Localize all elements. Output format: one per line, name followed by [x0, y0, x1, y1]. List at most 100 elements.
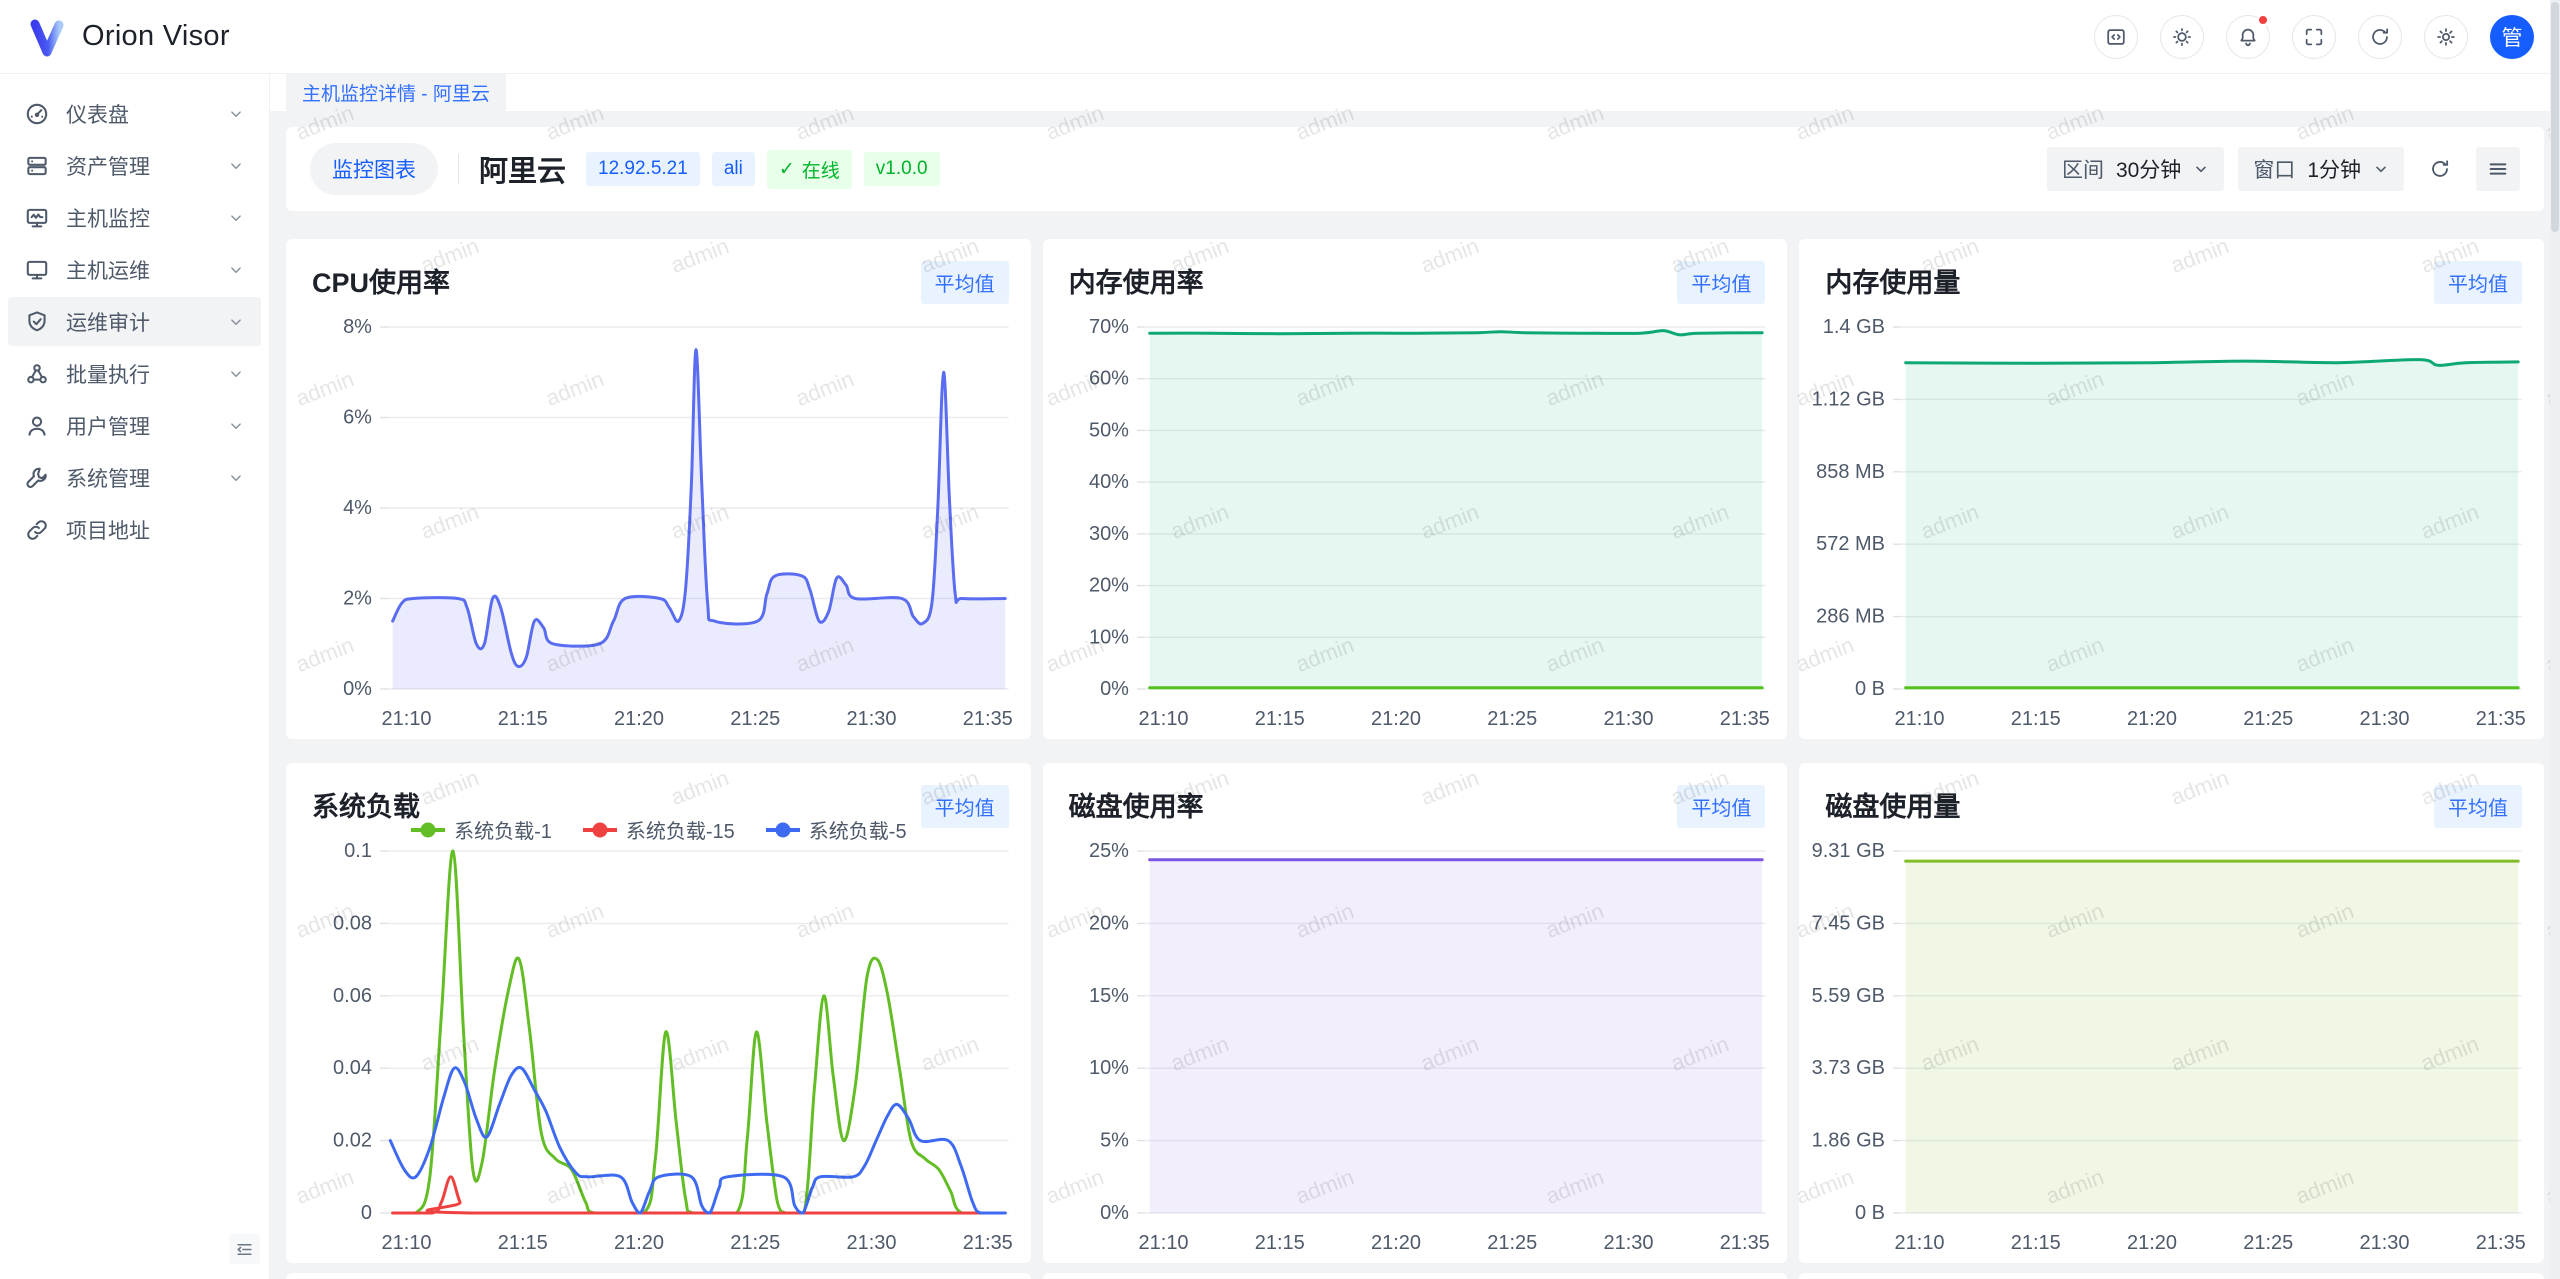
interval-select[interactable]: 区间 30分钟 — [2047, 147, 2224, 191]
svg-text:21:10: 21:10 — [382, 1232, 432, 1254]
svg-text:21:20: 21:20 — [1371, 708, 1421, 730]
svg-text:21:35: 21:35 — [2476, 708, 2526, 730]
sidebar-item-host-monitor[interactable]: 主机监控 — [8, 193, 261, 242]
svg-text:2%: 2% — [343, 587, 372, 609]
user-avatar[interactable]: 管 — [2490, 15, 2534, 59]
chart-title: 磁盘使用量 — [1825, 785, 1960, 824]
theme-icon — [2171, 26, 2193, 48]
chevron-down-icon — [227, 261, 245, 279]
svg-text:30%: 30% — [1089, 523, 1129, 545]
chart-avg-badge[interactable]: 平均值 — [1677, 785, 1765, 828]
svg-text:21:30: 21:30 — [1603, 1232, 1653, 1254]
svg-text:0.08: 0.08 — [333, 912, 372, 934]
refresh-button[interactable] — [2358, 15, 2402, 59]
legend-item[interactable]: 系统负载-1 — [410, 815, 552, 844]
svg-text:21:30: 21:30 — [847, 1232, 897, 1254]
refresh-icon — [2369, 26, 2391, 48]
svg-text:0 B: 0 B — [1855, 678, 1885, 700]
tab-host-monitor-detail[interactable]: 主机监控详情 - 阿里云 — [286, 73, 506, 112]
svg-text:21:20: 21:20 — [1371, 1232, 1421, 1254]
sidebar-item-label: 主机监控 — [66, 203, 227, 233]
chevron-down-icon — [227, 157, 245, 175]
brand: Orion Visor — [26, 16, 230, 58]
svg-text:21:10: 21:10 — [382, 708, 432, 730]
sidebar-item-sys-mgmt[interactable]: 系统管理 — [8, 453, 261, 502]
svg-text:15%: 15% — [1089, 985, 1129, 1007]
chart-avg-badge[interactable]: 平均值 — [921, 261, 1009, 304]
chart-row-1: CPU使用率平均值0%2%4%6%8%21:1021:1521:2021:252… — [286, 239, 2544, 739]
sidebar-item-user-mgmt[interactable]: 用户管理 — [8, 401, 261, 450]
chart-avg-badge[interactable]: 平均值 — [2434, 785, 2522, 828]
svg-text:20%: 20% — [1089, 575, 1129, 597]
brand-logo-icon — [26, 16, 68, 58]
check-icon: ✓ — [779, 158, 795, 181]
svg-text:1.4 GB: 1.4 GB — [1823, 316, 1885, 338]
notifications-button[interactable] — [2226, 15, 2270, 59]
svg-text:21:20: 21:20 — [614, 1232, 664, 1254]
chart-controls: 区间 30分钟 窗口 1分钟 — [2047, 147, 2520, 191]
sidebar-item-label: 仪表盘 — [66, 99, 227, 129]
wrench-icon — [24, 465, 50, 491]
svg-text:858 MB: 858 MB — [1816, 461, 1885, 483]
gear-icon — [2435, 26, 2457, 48]
chevron-down-icon — [227, 417, 245, 435]
user-icon — [24, 413, 50, 439]
svg-text:0 B: 0 B — [1855, 1202, 1885, 1224]
sidebar-item-ops-audit[interactable]: 运维审计 — [8, 297, 261, 346]
page-scrollbar — [2550, 0, 2560, 1279]
fullscreen-icon — [2303, 26, 2325, 48]
svg-text:21:30: 21:30 — [1603, 708, 1653, 730]
next-card-partial — [1043, 1273, 1788, 1279]
code-icon — [2105, 26, 2127, 48]
svg-text:10%: 10% — [1089, 626, 1129, 648]
svg-text:0.04: 0.04 — [333, 1057, 372, 1079]
monitor-chart-button[interactable]: 监控图表 — [310, 143, 438, 195]
svg-text:21:25: 21:25 — [1487, 1232, 1537, 1254]
sidebar-item-project-link[interactable]: 项目地址 — [8, 505, 261, 554]
svg-text:21:35: 21:35 — [963, 1232, 1013, 1254]
window-label: 窗口 — [2253, 154, 2295, 184]
window-value: 1分钟 — [2307, 154, 2361, 184]
theme-button[interactable] — [2160, 15, 2204, 59]
svg-text:4%: 4% — [343, 497, 372, 519]
sidebar-item-label: 资产管理 — [66, 151, 227, 181]
topbar-actions: 管 — [2094, 15, 2534, 59]
svg-text:21:25: 21:25 — [2244, 708, 2294, 730]
chart-card-1: CPU使用率平均值0%2%4%6%8%21:1021:1521:2021:252… — [286, 239, 1031, 739]
chart-title: CPU使用率 — [312, 261, 450, 300]
chart-card-4: 系统负载平均值系统负载-1系统负载-15系统负载-500.020.040.060… — [286, 763, 1031, 1263]
svg-text:10%: 10% — [1089, 1057, 1129, 1079]
sidebar-item-host-ops[interactable]: 主机运维 — [8, 245, 261, 294]
svg-text:0%: 0% — [1100, 678, 1129, 700]
sidebar: 仪表盘资产管理主机监控主机运维运维审计批量执行用户管理系统管理项目地址 — [0, 74, 270, 1279]
code-button[interactable] — [2094, 15, 2138, 59]
svg-text:572 MB: 572 MB — [1816, 533, 1885, 555]
legend-item[interactable]: 系统负载-15 — [582, 815, 735, 844]
line-chart-plot: 0%10%20%30%40%50%60%70%21:1021:1521:2021… — [1043, 239, 1788, 739]
next-card-partial — [286, 1273, 1031, 1279]
fullscreen-button[interactable] — [2292, 15, 2336, 59]
svg-text:21:20: 21:20 — [614, 708, 664, 730]
chart-avg-badge[interactable]: 平均值 — [2434, 261, 2522, 304]
scrollbar-thumb[interactable] — [2551, 2, 2559, 232]
legend-item[interactable]: 系统负载-5 — [765, 815, 907, 844]
sidebar-item-label: 主机运维 — [66, 255, 227, 285]
chart-row-2: 系统负载平均值系统负载-1系统负载-15系统负载-500.020.040.060… — [286, 763, 2544, 1263]
chevron-down-icon — [2373, 161, 2389, 177]
sidebar-item-label: 系统管理 — [66, 463, 227, 493]
sidebar-item-batch-exec[interactable]: 批量执行 — [8, 349, 261, 398]
svg-text:21:10: 21:10 — [1138, 1232, 1188, 1254]
svg-text:5.59 GB: 5.59 GB — [1812, 985, 1885, 1007]
menu-fold-icon — [235, 1240, 254, 1259]
chart-card-6: 磁盘使用量平均值0 B1.86 GB3.73 GB5.59 GB7.45 GB9… — [1799, 763, 2544, 1263]
chart-menu-button[interactable] — [2476, 147, 2520, 191]
sidebar-item-assets[interactable]: 资产管理 — [8, 141, 261, 190]
refresh-charts-button[interactable] — [2418, 147, 2462, 191]
window-select[interactable]: 窗口 1分钟 — [2238, 147, 2404, 191]
svg-text:21:35: 21:35 — [1719, 708, 1769, 730]
chart-avg-badge[interactable]: 平均值 — [1677, 261, 1765, 304]
svg-text:21:15: 21:15 — [1254, 1232, 1304, 1254]
settings-button[interactable] — [2424, 15, 2468, 59]
sidebar-collapse-button[interactable] — [229, 1234, 260, 1264]
sidebar-item-dashboard[interactable]: 仪表盘 — [8, 89, 261, 138]
